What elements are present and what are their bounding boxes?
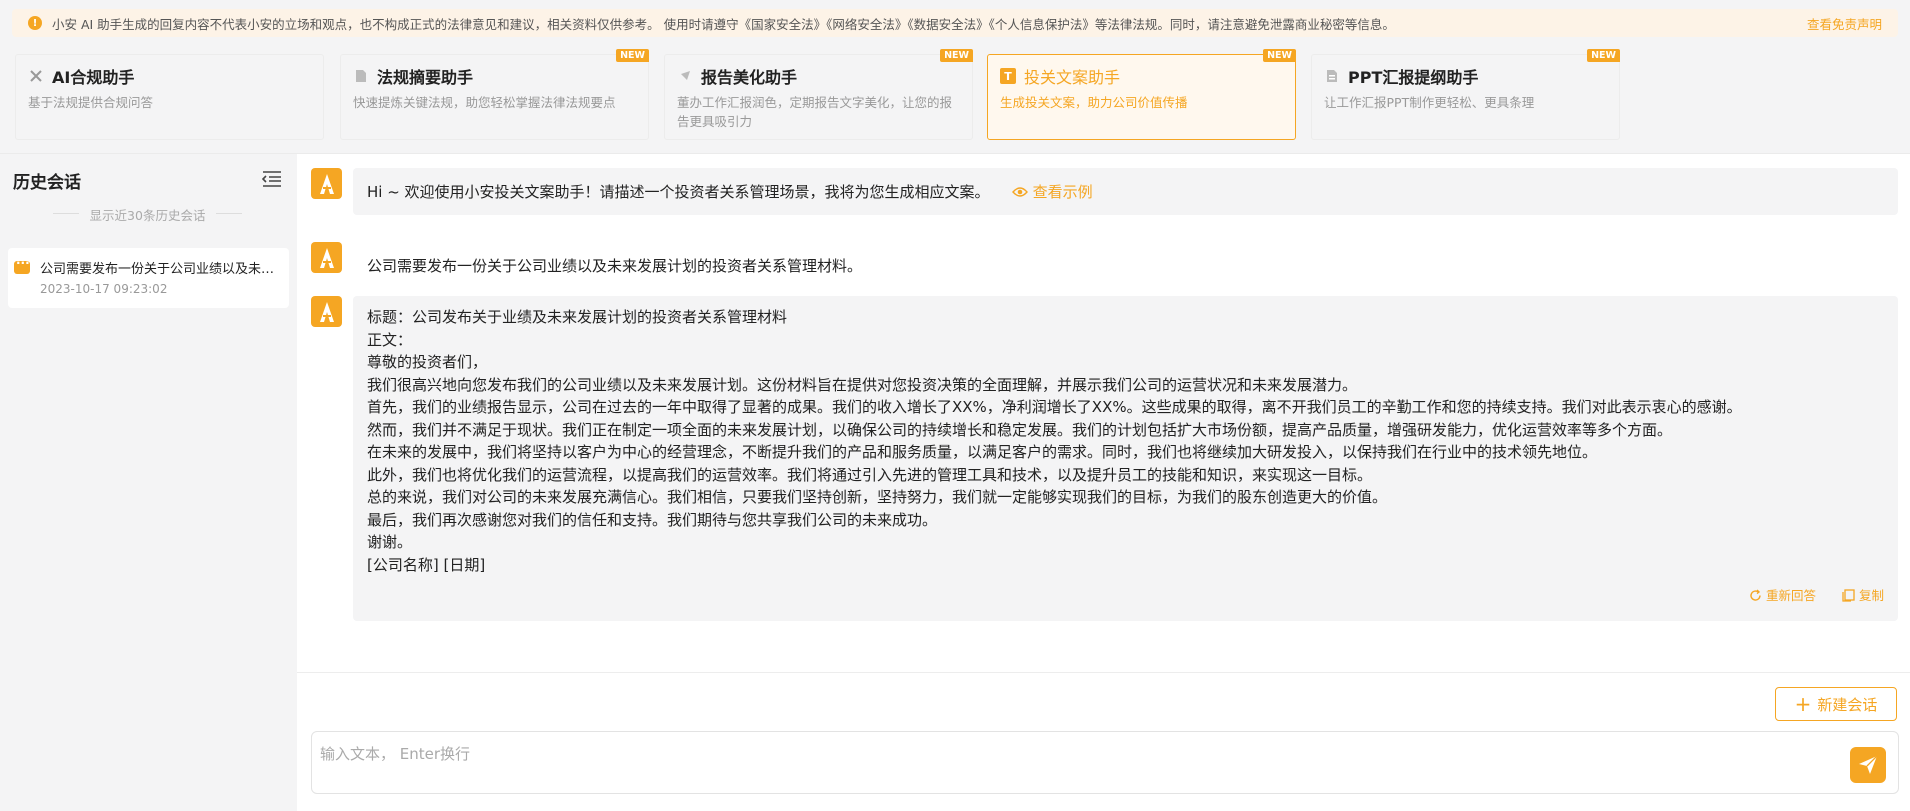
answer-line: 标题：公司发布关于业绩及未来发展计划的投资者关系管理材料: [367, 308, 788, 326]
new-chat-button[interactable]: + 新建会话: [1775, 687, 1897, 721]
refresh-icon: [1750, 589, 1761, 601]
answer-line: 最后，我们再次感谢您对我们的信任和支持。我们期待与您共享我们公司的未来成功。: [367, 510, 938, 529]
collapse-sidebar-icon[interactable]: [261, 170, 282, 188]
plus-icon: +: [1794, 692, 1812, 716]
card-title: 投关文案助手: [1024, 68, 1121, 87]
user-message-text: 公司需要发布一份关于公司业绩以及未来发展计划的投资者关系管理材料。: [367, 257, 863, 275]
card-ppt-outline[interactable]: PPT汇报提纲助手 让工作汇报PPT制作更轻松、更具条理 NEW: [1311, 49, 1620, 140]
card-title: 报告美化助手: [701, 68, 798, 87]
disclaimer-text: 小安 AI 助手生成的回复内容不代表小安的立场和观点，也不构成正式的法律意见和建…: [52, 16, 1395, 32]
answer-actions: 重新回答 复制: [1749, 585, 1884, 608]
chat-main: Hi ~ 欢迎使用小安投关文案助手！请描述一个投资者关系管理场景，我将为您生成相…: [297, 154, 1910, 811]
card-desc: 董办工作汇报润色，定期报告文字美化，让您的报告更具吸引力: [677, 95, 953, 129]
answer-line: 正文：: [367, 330, 413, 349]
document-icon: [353, 68, 369, 84]
send-button[interactable]: [1850, 747, 1886, 783]
copy-icon: [1842, 589, 1855, 602]
view-disclaimer-link[interactable]: 查看免责声明: [1807, 14, 1882, 33]
answer-line: 首先，我们的业绩报告显示，公司在过去的一年中取得了显著的成果。我们的收入增长了X…: [367, 398, 1742, 416]
disclaimer-bar: ! 小安 AI 助手生成的回复内容不代表小安的立场和观点，也不构成正式的法律意见…: [12, 9, 1898, 37]
brush-icon: [677, 68, 693, 84]
warning-icon: !: [28, 16, 42, 30]
answer-line: [公司名称] [日期]: [367, 555, 486, 574]
new-badge: NEW: [1587, 49, 1620, 62]
history-title: 历史会话: [13, 173, 81, 193]
card-law-summary[interactable]: 法规摘要助手 快速提炼关键法规，助您轻松掌握法律法规要点 NEW: [340, 49, 649, 140]
view-example-link[interactable]: 查看示例: [1011, 181, 1093, 202]
card-title: AI合规助手: [52, 68, 135, 87]
copy-button[interactable]: 复制: [1842, 585, 1884, 608]
answer-line: 总的来说，我们对公司的未来发展充满信心。我们相信，只要我们坚持创新，坚持努力，我…: [367, 488, 1388, 506]
answer-line: 在未来的发展中，我们将坚持以客户为中心的经营理念，不断提升我们的产品和服务质量，…: [367, 443, 1598, 461]
new-badge: NEW: [616, 49, 649, 62]
chat-bubble-icon: [14, 256, 30, 274]
history-item-title: 公司需要发布一份关于公司业绩以及未来发展计划的投资者关系管理材料。: [40, 262, 275, 277]
answer-line: 然而，我们并不满足于现状。我们正在制定一项全面的未来发展计划，以确保公司的持续增…: [367, 420, 1673, 439]
send-icon: [1859, 755, 1878, 774]
eye-icon: [1011, 186, 1028, 197]
card-ai-compliance[interactable]: AI合规助手 基于法规提供合规问答: [15, 54, 324, 140]
new-badge: NEW: [1263, 49, 1296, 62]
history-item-time: 2023-10-17 09:23:02: [40, 282, 168, 296]
history-subtitle: 显示近30条历史会话: [50, 205, 245, 224]
tools-icon: [28, 68, 44, 84]
message-input[interactable]: [311, 731, 1899, 794]
regenerate-button[interactable]: 重新回答: [1749, 585, 1816, 608]
new-badge: NEW: [940, 49, 973, 62]
answer-line: 尊敬的投资者们，: [367, 353, 488, 371]
card-desc: 基于法规提供合规问答: [28, 95, 154, 110]
answer-bubble: 标题：公司发布关于业绩及未来发展计划的投资者关系管理材料 正文： 尊敬的投资者们…: [353, 296, 1898, 621]
bot-avatar-icon: [311, 168, 342, 199]
welcome-text: Hi ~ 欢迎使用小安投关文案助手！请描述一个投资者关系管理场景，我将为您生成相…: [367, 183, 990, 201]
card-desc: 让工作汇报PPT制作更轻松、更具条理: [1324, 95, 1535, 110]
history-item[interactable]: 公司需要发布一份关于公司业绩以及未来发展计划的投资者关系管理材料。 2023-1…: [8, 248, 289, 308]
user-avatar-icon: [311, 242, 342, 273]
composer: + 新建会话: [297, 672, 1910, 811]
card-desc: 生成投关文案，助力公司价值传播: [1000, 95, 1188, 110]
answer-line: 谢谢。: [367, 533, 413, 551]
text-icon: T: [1000, 68, 1016, 84]
history-sidebar: 历史会话 显示近30条历史会话 公司需要发布一份关于公司业绩以及未来发展计划的投…: [0, 154, 297, 811]
card-report-beautify[interactable]: 报告美化助手 董办工作汇报润色，定期报告文字美化，让您的报告更具吸引力 NEW: [664, 49, 973, 140]
ppt-icon: [1324, 68, 1340, 84]
card-desc: 快速提炼关键法规，助您轻松掌握法律法规要点: [353, 95, 616, 110]
answer-line: 此外，我们也将优化我们的运营流程，以提高我们的运营效率。我们将通过引入先进的管理…: [367, 465, 1373, 484]
answer-line: 我们很高兴地向您发布我们的公司业绩以及未来发展计划。这份材料旨在提供对您投资决策…: [367, 375, 1358, 394]
bot-avatar-icon: [311, 296, 342, 327]
card-ir-copywriting[interactable]: T 投关文案助手 生成投关文案，助力公司价值传播 NEW: [987, 49, 1296, 140]
card-title: PPT汇报提纲助手: [1348, 68, 1479, 87]
card-title: 法规摘要助手: [377, 68, 474, 87]
